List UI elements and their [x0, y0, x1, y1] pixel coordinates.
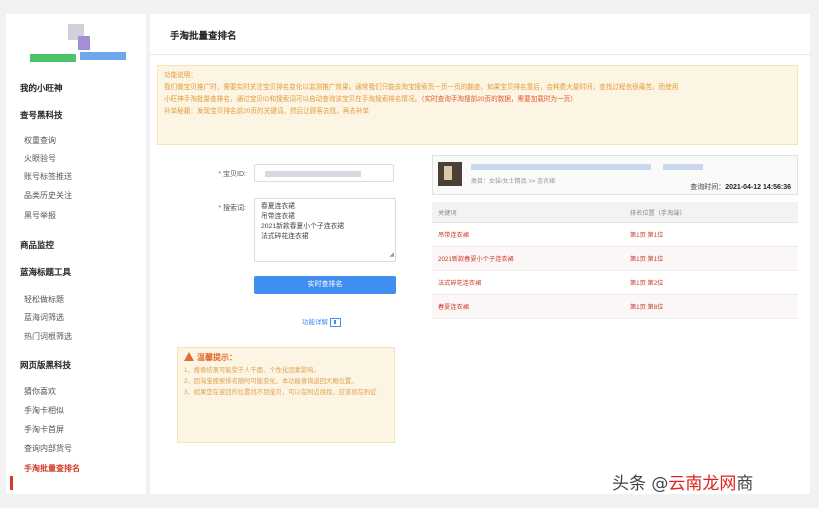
app-logo — [28, 22, 128, 66]
keyword-label: * 搜索词: — [218, 205, 246, 212]
notice-line: 小旺神手淘批量查排名，通过宝贝ID和搜索词可以自动查询该宝贝在手淘搜索排名情况。… — [164, 96, 577, 103]
active-indicator — [10, 476, 13, 490]
tips-line: 3、如果您在返回的位置找不到宝贝，可以在附近找找，应该就在附近 — [184, 389, 377, 396]
notice-line: 补单秘籍：发现宝贝排名前20页的关键词，然后让顾客去找，再去补单 — [164, 108, 370, 115]
table-row: 2021新款春夏小个子连衣裙 第1页 第1位 — [432, 246, 798, 271]
keyword-line: 2021新款春夏小个子连衣裙 — [261, 223, 345, 230]
sidebar-item[interactable]: 手淘批量查排名 — [24, 463, 80, 474]
keyword-cell: 2021新款春夏小个子连衣裙 — [432, 246, 624, 271]
feature-detail-link[interactable]: 功能详解 — [302, 316, 341, 327]
sidebar-group[interactable]: 蓝海标题工具 — [20, 266, 71, 278]
realtime-rank-button[interactable]: 实时查排名 — [254, 276, 396, 294]
divider — [150, 54, 810, 55]
notice-emphasis: （实时查询手淘搜前20页的数据，需要加载时为一页） — [421, 96, 577, 103]
sidebar-group[interactable]: 商品监控 — [20, 239, 54, 251]
query-time: 查询时间：2021-04-12 14:56:36 — [690, 184, 791, 191]
sidebar-item[interactable]: 蓝海词筛选 — [24, 312, 64, 323]
product-thumbnail — [438, 162, 462, 186]
feature-notice: 功能说明： 我们做宝贝推广时，需要实时关注宝贝排名变化以监测推广效果。通常我们只… — [157, 65, 798, 145]
sidebar-item[interactable]: 热门词根筛选 — [24, 331, 72, 342]
rank-cell: 第1页 第1位 — [624, 222, 798, 247]
product-id-label: * 宝贝ID: — [218, 171, 246, 178]
info-icon — [330, 317, 341, 327]
sidebar-item[interactable]: 品类历史关注 — [24, 190, 72, 201]
warning-icon — [184, 352, 194, 361]
resize-handle-icon[interactable]: ◢ — [389, 250, 394, 260]
sidebar-item[interactable]: 猜你喜欢 — [24, 386, 56, 397]
notice-line: 我们做宝贝推广时，需要实时关注宝贝排名变化以监测推广效果。通常我们只能去淘宝搜索… — [164, 84, 679, 91]
tips-box: 温馨提示： 1、搜索结果可能受千人千面、个性化因素影响。 2、因淘宝搜索排名随时… — [177, 347, 395, 443]
keyword-line: 春夏连衣裙 — [261, 203, 295, 210]
keyword-cell: 春夏连衣裙 — [432, 294, 624, 319]
sidebar-item[interactable]: 权重查询 — [24, 135, 56, 146]
rank-table: 关键词 排名位置（手淘端） 吊带连衣裙 第1页 第1位 2021新款春夏小个子连… — [432, 202, 798, 319]
watermark: 头条 @云南龙网商 — [612, 474, 754, 494]
sidebar-item[interactable]: 手淘卡首屏 — [24, 424, 64, 435]
product-id-input[interactable] — [254, 164, 394, 182]
sidebar-item[interactable]: 手淘卡相似 — [24, 405, 64, 416]
column-header-keyword: 关键词 — [432, 202, 624, 223]
notice-heading: 功能说明： — [164, 72, 197, 79]
rank-cell: 第1页 第8位 — [624, 294, 798, 319]
keyword-line: 吊带连衣裙 — [261, 213, 295, 220]
product-category: 类目：女装/女士精品 >> 连衣裙 — [471, 179, 556, 185]
product-title-blurred — [471, 164, 651, 170]
keyword-cell: 吊带连衣裙 — [432, 222, 624, 247]
keyword-line: 法式碎花连衣裙 — [261, 233, 309, 240]
page-title: 手淘批量查排名 — [170, 31, 237, 42]
sidebar-item[interactable]: 黑号举报 — [24, 210, 56, 221]
column-header-rank: 排名位置（手淘端） — [624, 202, 798, 223]
sidebar-group[interactable]: 网页版黑科技 — [20, 359, 71, 371]
tips-line: 2、因淘宝搜索排名随时可能变化，本功能查询返回大概位置。 — [184, 378, 358, 385]
keyword-textarea[interactable]: 春夏连衣裙 吊带连衣裙 2021新款春夏小个子连衣裙 法式碎花连衣裙 ◢ — [254, 198, 396, 262]
sidebar-item[interactable]: 火眼验号 — [24, 153, 56, 164]
tips-title: 温馨提示： — [184, 352, 388, 363]
main-panel: 手淘批量查排名 功能说明： 我们做宝贝推广时，需要实时关注宝贝排名变化以监测推广… — [150, 14, 810, 494]
sidebar-group[interactable]: 查号黑科技 — [20, 109, 63, 121]
sidebar-group[interactable]: 我的小旺神 — [20, 82, 63, 94]
table-row: 吊带连衣裙 第1页 第1位 — [432, 222, 798, 247]
product-title-blurred — [663, 164, 703, 170]
sidebar-item[interactable]: 查询内部货号 — [24, 443, 72, 454]
keyword-cell: 法式碎花连衣裙 — [432, 270, 624, 295]
table-row: 法式碎花连衣裙 第1页 第2位 — [432, 270, 798, 295]
product-card: 类目：女装/女士精品 >> 连衣裙 查询时间：2021-04-12 14:56:… — [432, 155, 798, 195]
sidebar-item[interactable]: 轻松做标题 — [24, 294, 64, 305]
table-row: 春夏连衣裙 第1页 第8位 — [432, 294, 798, 319]
sidebar-item[interactable]: 账号标签推送 — [24, 171, 72, 182]
rank-cell: 第1页 第1位 — [624, 246, 798, 271]
rank-cell: 第1页 第2位 — [624, 270, 798, 295]
tips-line: 1、搜索结果可能受千人千面、个性化因素影响。 — [184, 367, 320, 374]
sidebar: 我的小旺神查号黑科技权重查询火眼验号账号标签推送 品类历史关注 黑号举报商品监控蓝海… — [6, 14, 146, 494]
